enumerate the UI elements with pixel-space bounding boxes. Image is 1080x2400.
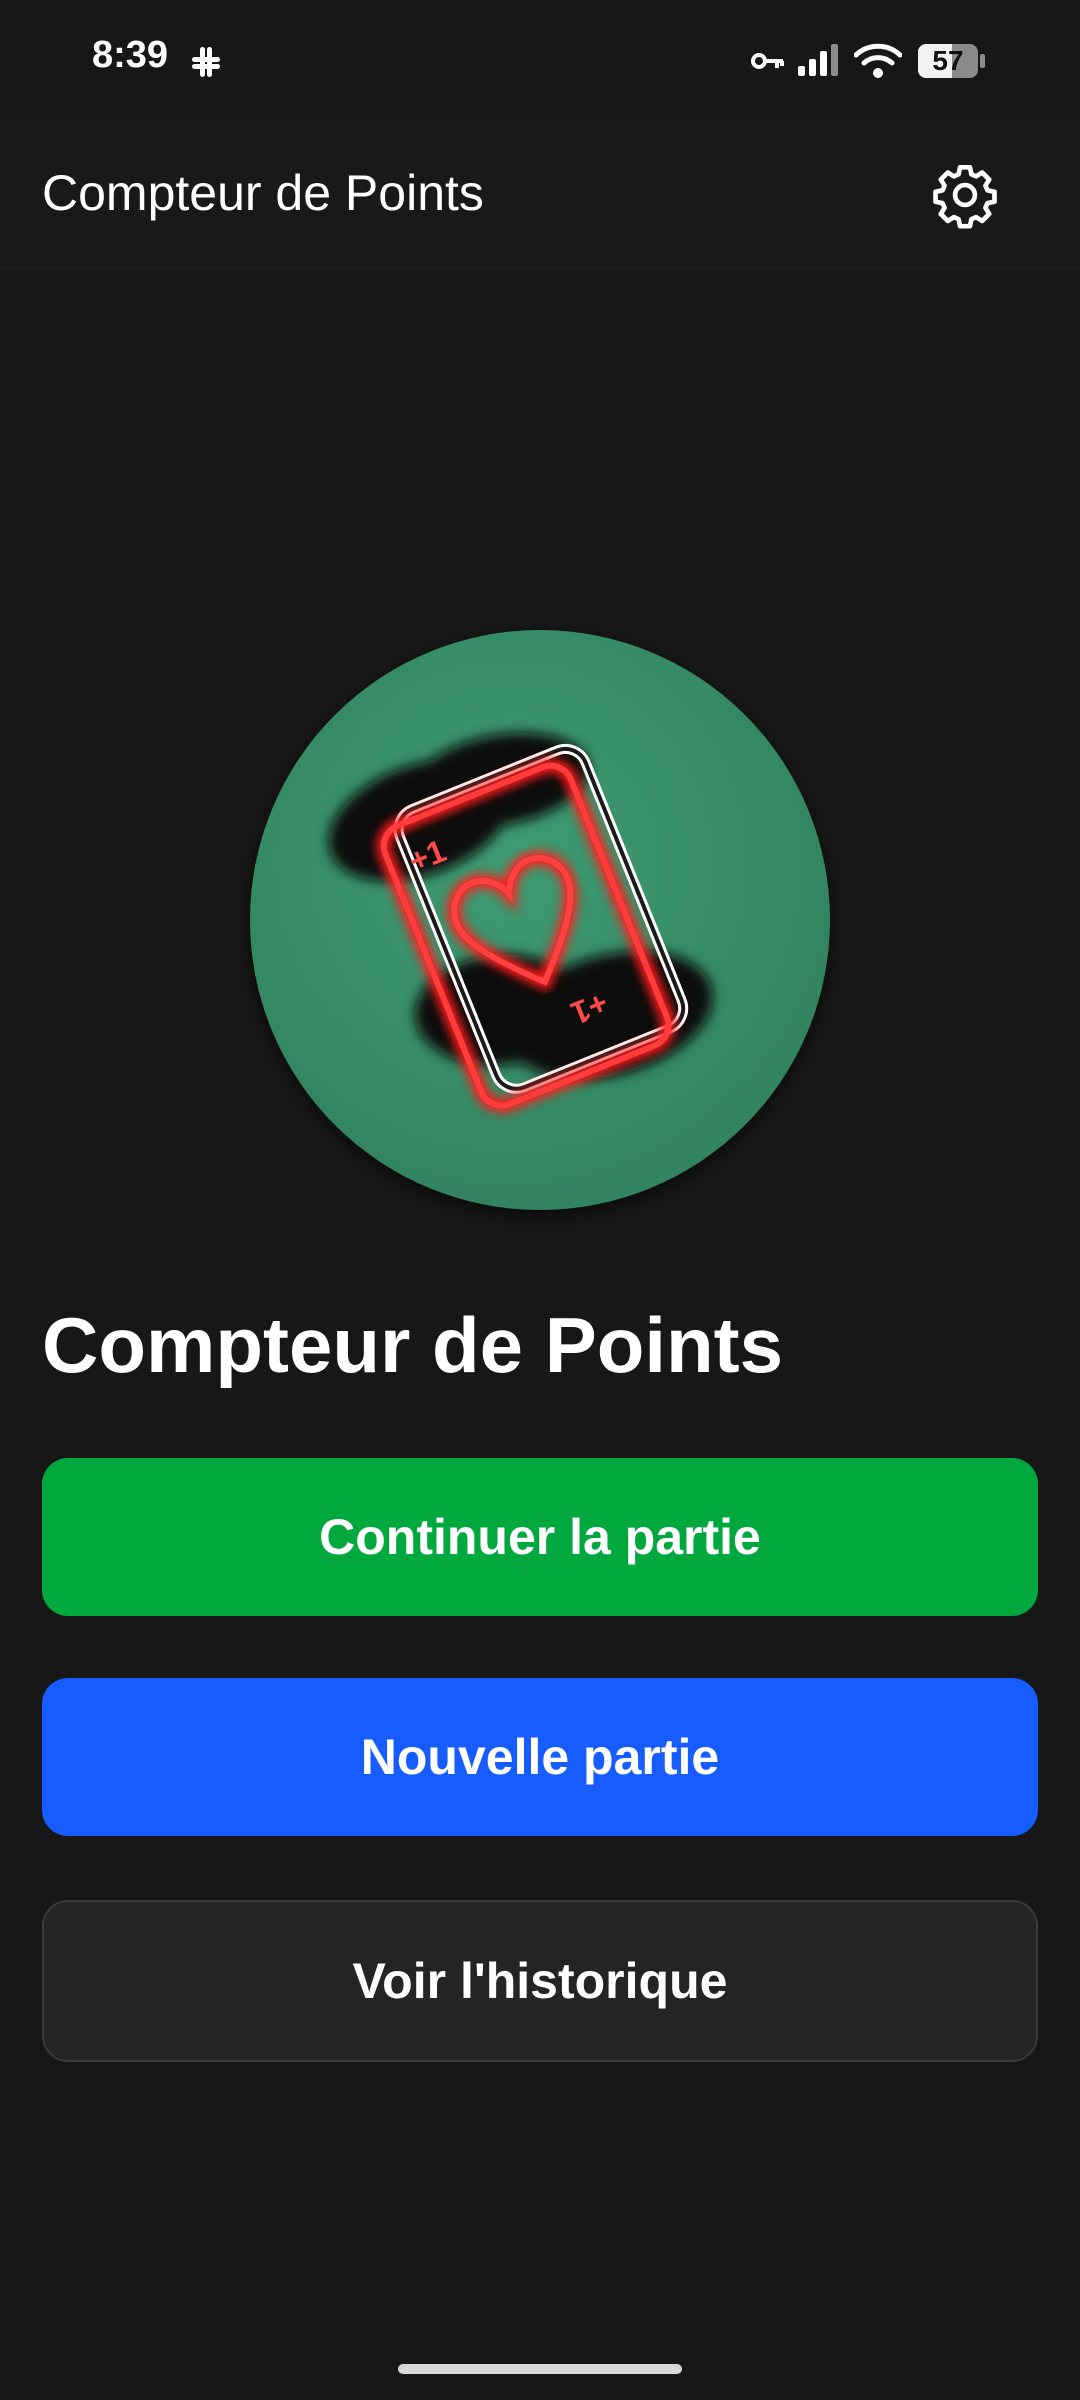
continue-game-button[interactable]: Continuer la partie: [42, 1458, 1038, 1616]
app-bar: Compteur de Points: [0, 120, 1080, 269]
new-game-button[interactable]: Nouvelle partie: [42, 1678, 1038, 1836]
home-indicator[interactable]: [398, 2364, 682, 2374]
settings-button[interactable]: [930, 160, 1000, 230]
app-bar-title: Compteur de Points: [42, 165, 484, 221]
wifi-icon: [854, 43, 902, 78]
signal-icon: [798, 44, 838, 76]
page-title: Compteur de Points: [42, 1301, 784, 1389]
playing-card-heart-icon: +1 +1: [328, 733, 713, 1113]
view-history-button[interactable]: Voir l'historique: [42, 1900, 1038, 2062]
slack-icon: [192, 47, 220, 77]
new-game-label: Nouvelle partie: [360, 1729, 720, 1785]
view-history-label: Voir l'historique: [352, 1953, 728, 2009]
continue-game-label: Continuer la partie: [319, 1509, 761, 1565]
status-time: 8:39: [92, 34, 169, 76]
app-logo: +1 +1: [250, 630, 830, 1210]
battery-level: 57: [932, 45, 964, 76]
gear-icon: [933, 164, 997, 229]
key-icon: [751, 53, 784, 69]
battery-icon: 57: [918, 44, 986, 78]
status-bar: 8:39 57: [0, 0, 1080, 120]
